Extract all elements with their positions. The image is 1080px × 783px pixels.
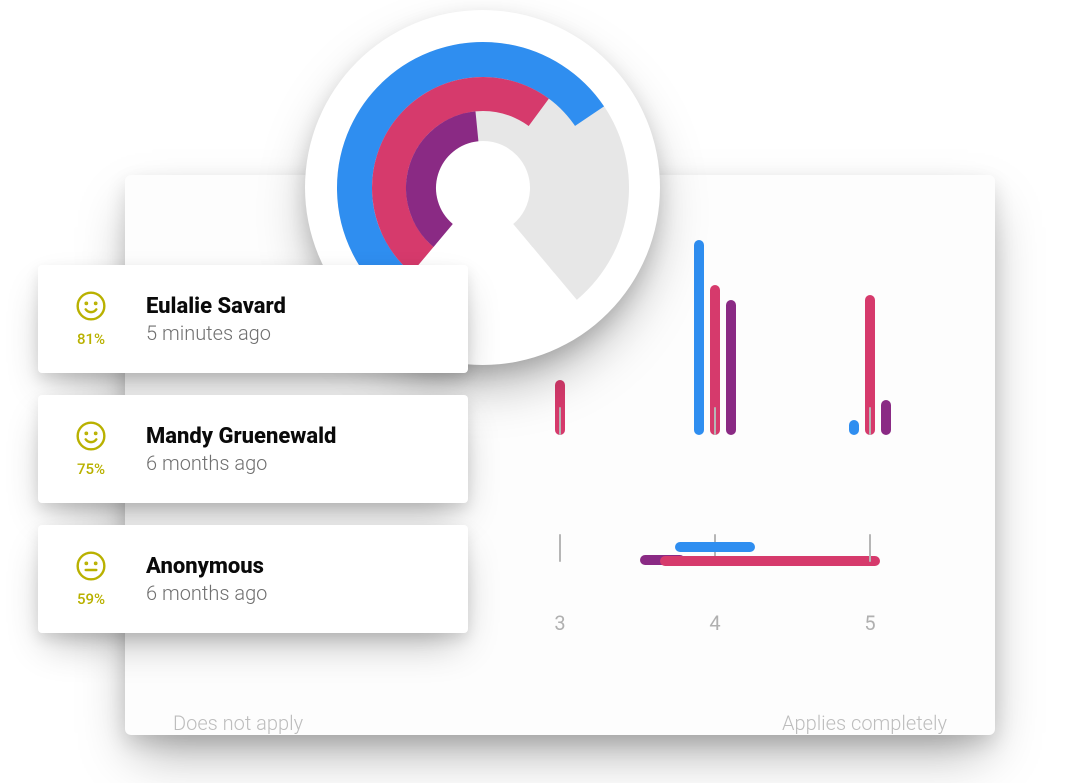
bar-purple bbox=[726, 300, 736, 435]
axis-tick-icon bbox=[869, 534, 871, 562]
axis-tick-icon bbox=[559, 407, 561, 435]
neutral-face-icon bbox=[75, 550, 107, 586]
x-axis-label-left: Does not apply bbox=[173, 711, 303, 735]
respondent-percent: 75% bbox=[77, 460, 105, 478]
axis-tick-icon bbox=[714, 407, 716, 435]
smile-icon bbox=[75, 290, 107, 326]
respondent-percent: 81% bbox=[77, 330, 105, 348]
x-category-label: 4 bbox=[709, 611, 720, 635]
respondent-card[interactable]: 75% Mandy Gruenewald 6 months ago bbox=[38, 395, 468, 503]
respondent-name: Anonymous bbox=[146, 554, 267, 579]
axis-tick-icon bbox=[869, 407, 871, 435]
chart-column-5: 5 bbox=[790, 210, 950, 650]
x-category-label: 5 bbox=[864, 611, 875, 635]
axis-tick-icon bbox=[559, 534, 561, 562]
bar-purple bbox=[881, 400, 891, 435]
chart-column-4: 4 bbox=[635, 210, 795, 650]
smile-icon bbox=[75, 420, 107, 456]
respondent-card[interactable]: 59% Anonymous 6 months ago bbox=[38, 525, 468, 633]
bar-blue bbox=[694, 240, 704, 435]
respondent-percent: 59% bbox=[77, 590, 105, 608]
respondent-name: Mandy Gruenewald bbox=[146, 424, 336, 449]
hbar-blue bbox=[675, 542, 755, 552]
respondent-list: 81% Eulalie Savard 5 minutes ago 75% Man… bbox=[38, 265, 468, 633]
respondent-time: 6 months ago bbox=[146, 451, 336, 475]
respondent-time: 6 months ago bbox=[146, 581, 267, 605]
respondent-name: Eulalie Savard bbox=[146, 294, 286, 319]
x-axis-label-right: Applies completely bbox=[782, 711, 947, 735]
respondent-card[interactable]: 81% Eulalie Savard 5 minutes ago bbox=[38, 265, 468, 373]
x-category-label: 3 bbox=[554, 611, 565, 635]
respondent-time: 5 minutes ago bbox=[146, 321, 286, 345]
bar-blue bbox=[849, 420, 859, 435]
